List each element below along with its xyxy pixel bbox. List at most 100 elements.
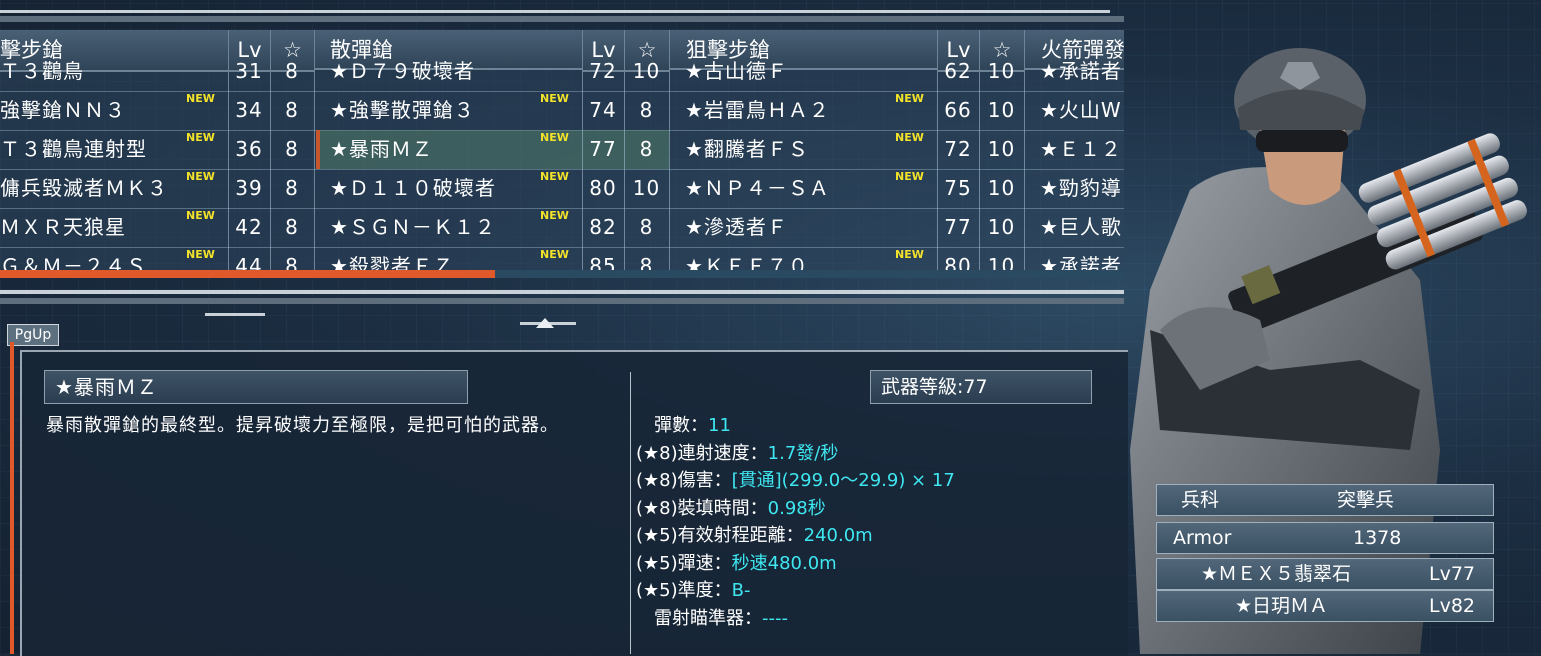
new-badge: NEW <box>895 170 924 183</box>
new-badge: NEW <box>540 92 569 105</box>
scroll-up-arrow-icon[interactable] <box>536 318 554 328</box>
new-badge: NEW <box>186 209 215 222</box>
weapon-star-cell[interactable]: 8 <box>624 91 669 130</box>
armor-value: 1378 <box>1353 527 1402 549</box>
weapon-star-cell[interactable]: 10 <box>979 208 1024 247</box>
stat-label: (★8)連射速度： <box>636 443 768 464</box>
stat-value: 0.98秒 <box>767 498 826 519</box>
weapon-stat-row: 彈數：11 <box>636 411 731 437</box>
weapon-row[interactable]: Ｔ３鸛鳥連射型 NEW 36 8 ★暴雨ＭＺ NEW 77 8 ★翻騰者ＦＳ NEW 72 10 ★Ｅ１… <box>0 130 1124 170</box>
armor-info: Armor 1378 <box>1156 522 1494 554</box>
top-frame-bar <box>0 16 1124 22</box>
weapon-star-cell[interactable]: 8 <box>270 52 314 91</box>
new-badge: NEW <box>540 131 569 144</box>
new-badge: NEW <box>540 209 569 222</box>
weapon-name-cell[interactable]: ★勁豹導 <box>1026 169 1124 208</box>
weapon-level-cell[interactable]: 66 <box>937 91 979 130</box>
weapon-level-cell[interactable]: 34 <box>228 91 270 130</box>
new-badge: NEW <box>186 92 215 105</box>
class-info: 兵科 突擊兵 <box>1156 484 1494 516</box>
stat-label: (★5)有效射程距離： <box>636 525 804 546</box>
weapon-star-cell[interactable]: 10 <box>979 91 1024 130</box>
column-divider <box>979 30 980 274</box>
weapon-stat-row: 雷射瞄準器：---- <box>636 604 788 630</box>
weapon-row[interactable]: Ｔ３鸛鳥 31 8 ★Ｄ７９破壞者 72 10 ★古山德Ｆ 62 10 ★承諾者 <box>0 52 1124 92</box>
weapon-2-name: ★日玥ＭＡ <box>1235 595 1329 617</box>
weapon-level-cell[interactable]: 80 <box>582 169 624 208</box>
column-divider <box>228 30 229 274</box>
stat-value: 秒速480.0m <box>731 553 837 574</box>
stat-value: 1.7發/秒 <box>767 443 839 464</box>
weapon-star-cell[interactable]: 8 <box>270 91 314 130</box>
weapon-stat-row: (★5)有效射程距離：240.0m <box>636 521 873 547</box>
weapon-level-cell[interactable]: 62 <box>937 52 979 91</box>
weapon-name-cell[interactable]: ★Ｅ１２ <box>1026 130 1124 169</box>
equipped-weapon-2[interactable]: ★日玥ＭＡ Lv82 <box>1156 590 1494 622</box>
new-badge: NEW <box>895 248 924 261</box>
weapon-star-cell[interactable]: 10 <box>979 169 1024 208</box>
weapon-stat-row: (★8)傷害：[貫通](299.0～29.9) × 17 <box>636 466 955 492</box>
weapon-name-cell[interactable]: ★Ｄ７９破壞者 <box>316 52 582 91</box>
weapon-level-cell[interactable]: 74 <box>582 91 624 130</box>
column-divider <box>624 30 625 274</box>
detail-divider <box>630 372 631 654</box>
equipped-weapon-1[interactable]: ★ＭＥＸ５翡翠石 Lv77 <box>1156 558 1494 590</box>
detail-accent-bar <box>10 342 14 654</box>
new-badge: NEW <box>895 131 924 144</box>
mid-bracket <box>205 313 265 316</box>
weapon-star-cell[interactable]: 8 <box>624 208 669 247</box>
table-scrollbar[interactable] <box>0 270 1124 278</box>
weapon-star-cell[interactable]: 8 <box>270 169 314 208</box>
weapon-name-cell[interactable]: ★火山W <box>1026 91 1124 130</box>
stat-value: [貫通](299.0～29.9) × 17 <box>731 470 955 491</box>
weapon-level-cell[interactable]: 77 <box>582 130 624 169</box>
weapon-level-cell[interactable]: 82 <box>582 208 624 247</box>
stat-value: B- <box>731 580 751 601</box>
stat-value: 240.0m <box>803 525 873 546</box>
weapon-level-cell[interactable]: 72 <box>937 130 979 169</box>
armor-label: Armor <box>1173 527 1232 549</box>
weapon-star-cell[interactable]: 10 <box>624 52 669 91</box>
column-divider <box>1024 30 1025 274</box>
new-badge: NEW <box>186 170 215 183</box>
stat-label: (★8)傷害： <box>636 470 732 491</box>
class-value: 突擊兵 <box>1337 489 1395 511</box>
scrollbar-thumb[interactable] <box>0 270 495 278</box>
weapon-star-cell[interactable]: 10 <box>979 130 1024 169</box>
stat-label: (★5)準度： <box>636 580 732 601</box>
bottom-frame-line <box>0 290 1124 294</box>
new-badge: NEW <box>895 92 924 105</box>
column-divider <box>582 30 583 274</box>
weapon-level-cell[interactable]: 31 <box>228 52 270 91</box>
weapon-description: 暴雨散彈鎗的最終型。提昇破壞力至極限，是把可怕的武器。 <box>46 415 559 436</box>
class-label: 兵科 <box>1181 489 1220 511</box>
weapon-level-cell[interactable]: 77 <box>937 208 979 247</box>
weapon-name-cell[interactable]: ★滲透者Ｆ <box>671 208 937 247</box>
weapon-star-cell[interactable]: 8 <box>270 208 314 247</box>
weapon-star-cell[interactable]: 8 <box>270 130 314 169</box>
weapon-level-cell[interactable]: 72 <box>582 52 624 91</box>
weapon-star-cell[interactable]: 10 <box>979 52 1024 91</box>
weapon-level-cell[interactable]: 39 <box>228 169 270 208</box>
new-badge: NEW <box>540 248 569 261</box>
weapon-row[interactable]: 強擊鎗ＮＮ３ NEW 34 8 ★強擊散彈鎗３ NEW 74 8 ★岩雷鳥ＨＡ２ NEW 66 10 ★… <box>0 91 1124 131</box>
pgup-button[interactable]: PgUp <box>7 324 59 346</box>
weapon-name-box: ★暴雨ＭＺ <box>44 370 468 404</box>
column-divider <box>314 30 315 274</box>
weapon-name-cell[interactable]: ★承諾者 <box>1026 52 1124 91</box>
weapon-row[interactable]: ＭＸＲ天狼星 NEW 42 8 ★ＳＧＮ－Ｋ１２ NEW 82 8 ★滲透者Ｆ 77 10 ★巨人歌 <box>0 208 1124 248</box>
weapon-name-cell[interactable]: Ｔ３鸛鳥 <box>0 52 226 91</box>
weapon-star-cell[interactable]: 8 <box>624 130 669 169</box>
stat-value: 11 <box>708 415 731 436</box>
weapon-name-cell[interactable]: ★巨人歌 <box>1026 208 1124 247</box>
weapon-level-cell[interactable]: 75 <box>937 169 979 208</box>
weapon-level-cell[interactable]: 36 <box>228 130 270 169</box>
weapon-row[interactable]: 傭兵毀滅者ＭＫ３ NEW 39 8 ★Ｄ１１０破壞者 NEW 80 10 ★ＮＰ４－ＳＡ NEW 7… <box>0 169 1124 209</box>
weapon-name-cell[interactable]: ★古山德Ｆ <box>671 52 937 91</box>
weapon-level-cell[interactable]: 42 <box>228 208 270 247</box>
new-badge: NEW <box>186 131 215 144</box>
weapon-star-cell[interactable]: 10 <box>624 169 669 208</box>
stat-value: ---- <box>762 608 788 629</box>
stat-label: (★5)彈速： <box>636 553 732 574</box>
weapon-level: 武器等級:77 <box>870 370 1092 404</box>
